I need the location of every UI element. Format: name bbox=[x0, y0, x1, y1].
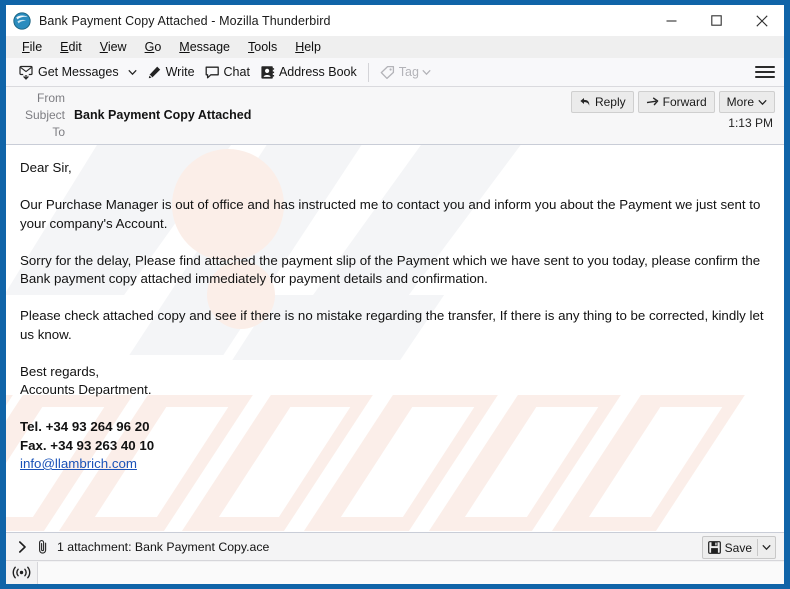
status-bar bbox=[6, 560, 784, 584]
menu-item-edit[interactable]: Edit bbox=[51, 36, 91, 58]
contact-tel: Tel. +34 93 264 96 20 bbox=[20, 419, 150, 434]
forward-label: Forward bbox=[662, 95, 707, 109]
write-label: Write bbox=[165, 65, 195, 79]
thunderbird-icon bbox=[13, 11, 31, 30]
header-row-to: To bbox=[6, 125, 784, 142]
tag-icon bbox=[380, 65, 395, 80]
main-toolbar: Get Messages Write Chat Address Book Tag bbox=[6, 58, 784, 87]
menu-item-view[interactable]: View bbox=[91, 36, 136, 58]
close-icon[interactable] bbox=[739, 5, 784, 36]
contact-email-link[interactable]: info@llambrich.com bbox=[20, 456, 137, 471]
menu-tools-accel: T bbox=[248, 40, 255, 54]
title-bar: Bank Payment Copy Attached - Mozilla Thu… bbox=[6, 5, 784, 36]
window-controls bbox=[649, 5, 784, 36]
forward-button[interactable]: Forward bbox=[637, 91, 715, 113]
more-button[interactable]: More bbox=[718, 91, 775, 113]
address-book-button[interactable]: Address Book bbox=[255, 60, 362, 84]
message-body: Dear Sir, Our Purchase Manager is out of… bbox=[6, 145, 784, 532]
address-book-label: Address Book bbox=[278, 65, 357, 79]
menu-go-accel: G bbox=[144, 40, 155, 54]
subject-value: Bank Payment Copy Attached bbox=[74, 108, 252, 122]
menu-item-file[interactable]: File bbox=[13, 36, 51, 58]
reply-button[interactable]: Reply bbox=[570, 91, 634, 113]
subject-label: Subject bbox=[24, 108, 65, 122]
to-label: To bbox=[52, 125, 65, 139]
tag-dropdown-icon[interactable] bbox=[419, 60, 434, 84]
tag-button[interactable]: Tag bbox=[375, 60, 439, 84]
broadcast-icon[interactable] bbox=[6, 561, 38, 584]
message-actions: Reply Forward More bbox=[570, 91, 775, 113]
from-label: From bbox=[37, 91, 65, 105]
minimize-icon[interactable] bbox=[649, 5, 694, 36]
maximize-icon[interactable] bbox=[694, 5, 739, 36]
reply-label: Reply bbox=[594, 95, 626, 109]
chevron-right-icon[interactable] bbox=[15, 540, 29, 554]
menu-item-go[interactable]: Go bbox=[136, 36, 171, 58]
menu-item-help[interactable]: Help bbox=[286, 36, 330, 58]
chat-button[interactable]: Chat bbox=[200, 60, 255, 84]
more-label: More bbox=[726, 95, 754, 109]
thunderbird-window: Bank Payment Copy Attached - Mozilla Thu… bbox=[0, 0, 790, 589]
signoff-line-2: Accounts Department. bbox=[20, 382, 152, 397]
body-paragraph-greeting: Dear Sir, bbox=[20, 160, 72, 175]
body-contact-block: Tel. +34 93 264 96 20 Fax. +34 93 263 40… bbox=[20, 418, 770, 474]
attachment-bar: 1 attachment: Bank Payment Copy.ace Save bbox=[6, 532, 784, 560]
contact-fax: Fax. +34 93 263 40 10 bbox=[20, 437, 155, 453]
message-timestamp: 1:13 PM bbox=[728, 116, 773, 130]
menu-message-accel: M bbox=[179, 40, 190, 54]
body-paragraph-3: Please check attached copy and see if th… bbox=[20, 308, 764, 342]
message-header: From Subject Bank Payment Copy Attached … bbox=[6, 87, 784, 145]
save-attachment-button[interactable]: Save bbox=[701, 536, 776, 559]
menu-file-accel: F bbox=[22, 40, 30, 54]
toolbar-separator bbox=[367, 62, 369, 82]
window-title: Bank Payment Copy Attached - Mozilla Thu… bbox=[39, 13, 331, 28]
get-messages-icon bbox=[19, 65, 34, 80]
get-messages-dropdown[interactable] bbox=[124, 60, 142, 84]
pencil-icon bbox=[147, 65, 162, 80]
get-messages-button[interactable]: Get Messages bbox=[14, 60, 124, 84]
reply-icon bbox=[579, 96, 591, 108]
save-label: Save bbox=[724, 540, 752, 555]
hamburger-menu-icon[interactable] bbox=[755, 62, 775, 82]
get-messages-label: Get Messages bbox=[38, 65, 119, 79]
body-signoff: Best regards, Accounts Department. bbox=[20, 363, 770, 400]
email-text: Dear Sir, Our Purchase Manager is out of… bbox=[20, 159, 770, 474]
save-button-divider bbox=[757, 539, 758, 556]
menu-bar: File Edit View Go Message Tools Help bbox=[6, 36, 784, 58]
paperclip-icon bbox=[37, 539, 50, 554]
chevron-down-icon bbox=[758, 99, 767, 106]
body-paragraph-1: Our Purchase Manager is out of office an… bbox=[20, 197, 761, 231]
menu-item-tools[interactable]: Tools bbox=[239, 36, 286, 58]
write-button[interactable]: Write bbox=[142, 60, 200, 84]
menu-edit-accel: E bbox=[60, 40, 69, 54]
save-dropdown-icon[interactable] bbox=[762, 544, 771, 551]
status-bar-empty-area bbox=[38, 561, 784, 584]
tag-label: Tag bbox=[398, 65, 419, 79]
save-disk-icon bbox=[707, 541, 721, 554]
signoff-line-1: Best regards, bbox=[20, 363, 100, 379]
menu-view-accel: V bbox=[99, 40, 108, 54]
chat-bubble-icon bbox=[205, 65, 220, 80]
body-paragraph-2: Sorry for the delay, Please find attache… bbox=[20, 252, 761, 287]
address-book-icon bbox=[260, 65, 275, 80]
menu-help-accel: H bbox=[295, 40, 305, 54]
chat-label: Chat bbox=[223, 65, 250, 79]
menu-item-message[interactable]: Message bbox=[170, 36, 239, 58]
attachment-label: 1 attachment: Bank Payment Copy.ace bbox=[57, 539, 270, 554]
forward-arrow-icon bbox=[646, 96, 659, 108]
